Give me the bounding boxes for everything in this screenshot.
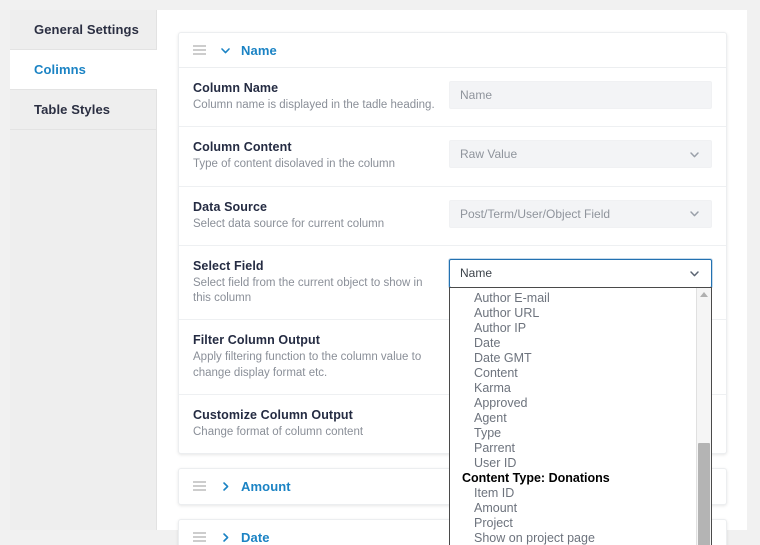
dropdown-option[interactable]: Project bbox=[450, 516, 696, 531]
data-source-select[interactable]: Post/Term/User/Object Field bbox=[449, 199, 712, 228]
select-field-select[interactable]: Name bbox=[449, 258, 712, 288]
dropdown-option[interactable]: User ID bbox=[450, 456, 696, 471]
dropdown-option-list[interactable]: Author E-mail Author URL Author IP Date Date… bbox=[450, 288, 696, 545]
setting-row-column-content: Column Content Type of content disolaved… bbox=[179, 127, 726, 187]
setting-label-block: Filter Column Output Apply filtering fun… bbox=[193, 333, 449, 381]
dropdown-option[interactable]: Item ID bbox=[450, 486, 696, 501]
drag-handle-icon[interactable] bbox=[193, 532, 206, 543]
dropdown-option[interactable]: Author IP bbox=[450, 321, 696, 336]
dropdown-option[interactable]: Parrent bbox=[450, 441, 696, 456]
setting-description: Type of content disolaved in the column bbox=[193, 158, 396, 171]
drag-handle-icon[interactable] bbox=[193, 481, 206, 492]
sidebar-item-label: Table Styles bbox=[34, 102, 111, 117]
app-root: General Settings Colimns Table Styles Na… bbox=[0, 0, 760, 545]
setting-label-block: Column Name Column name is displayed in … bbox=[193, 81, 449, 113]
dropdown-option[interactable]: Approved bbox=[450, 396, 696, 411]
setting-label-block: Data Source Select data source for curre… bbox=[193, 200, 449, 232]
drag-handle-icon[interactable] bbox=[193, 44, 206, 56]
column-card-header[interactable]: Name bbox=[179, 33, 726, 68]
sidebar-item-general-settings[interactable]: General Settings bbox=[10, 10, 156, 50]
column-card-name: Name Column Name Column name is displaye… bbox=[178, 32, 727, 545]
setting-label: Customize Column Output bbox=[193, 407, 353, 422]
column-title: Date bbox=[241, 530, 270, 545]
setting-control: Raw Value bbox=[449, 140, 712, 169]
chevron-down-icon bbox=[688, 267, 701, 280]
columns-list: Name Column Name Column name is displaye… bbox=[178, 32, 727, 545]
setting-label-block: Column Content Type of content disolaved… bbox=[193, 140, 449, 172]
setting-description: Change format of column content bbox=[193, 425, 364, 438]
column-name-input[interactable]: Name bbox=[449, 81, 712, 109]
setting-label: Data Source bbox=[193, 199, 268, 214]
setting-description: Select field from the current object to … bbox=[193, 276, 423, 305]
sidebar-item-label: General Settings bbox=[34, 22, 139, 37]
columns-panel: Name Column Name Column name is displaye… bbox=[157, 10, 747, 545]
select-value: Post/Term/User/Object Field bbox=[460, 206, 611, 221]
column-title: Amount bbox=[241, 479, 291, 495]
column-title: Name bbox=[241, 42, 277, 58]
dropdown-option[interactable]: Date bbox=[450, 336, 696, 351]
scrollbar-thumb[interactable] bbox=[698, 442, 710, 545]
chevron-down-icon[interactable] bbox=[218, 43, 232, 57]
setting-description: Select data source for current column bbox=[193, 217, 385, 230]
setting-description: Column name is displayed in the tadle he… bbox=[193, 99, 435, 111]
setting-control: Name bbox=[449, 81, 712, 109]
dropdown-option[interactable]: Show on project page bbox=[450, 531, 696, 545]
select-value: Raw Value bbox=[460, 147, 518, 162]
setting-row-select-field: Select Field Select field from the curre… bbox=[179, 246, 726, 545]
chevron-right-icon[interactable] bbox=[218, 531, 232, 545]
dropdown-option[interactable]: Author E-mail bbox=[450, 291, 696, 306]
select-field-dropdown-listbox[interactable]: Author E-mail Author URL Author IP Date Date… bbox=[449, 286, 712, 545]
setting-label-block: Customize Column Output Change format of… bbox=[193, 408, 449, 440]
setting-label: Filter Column Output bbox=[193, 333, 320, 348]
settings-sidebar: General Settings Colimns Table Styles bbox=[10, 10, 158, 530]
sidebar-item-colimns[interactable]: Colimns bbox=[10, 50, 158, 90]
setting-label: Select Field bbox=[193, 258, 264, 273]
chevron-right-icon[interactable] bbox=[218, 480, 232, 494]
setting-label: Column Name bbox=[193, 81, 279, 95]
setting-row-data-source: Data Source Select data source for curre… bbox=[179, 187, 726, 246]
dropdown-option[interactable]: Date GMT bbox=[450, 351, 696, 366]
setting-label-block: Select Field Select field from the curre… bbox=[193, 259, 449, 307]
dropdown-group-label: Content Type: Donations bbox=[462, 470, 610, 485]
dropdown-option[interactable]: Author URL bbox=[450, 306, 696, 321]
sidebar-item-label: Colimns bbox=[34, 62, 86, 77]
setting-row-column-name: Column Name Column name is displayed in … bbox=[179, 68, 726, 128]
chevron-down-icon bbox=[688, 148, 701, 161]
dropdown-option[interactable]: Amount bbox=[450, 501, 696, 516]
dropdown-option[interactable]: Content bbox=[450, 366, 696, 381]
select-value: Name bbox=[460, 266, 493, 281]
scroll-up-arrow-icon[interactable] bbox=[697, 288, 711, 302]
dropdown-option[interactable]: Type bbox=[450, 426, 696, 441]
dropdown-scrollbar[interactable] bbox=[696, 287, 711, 545]
setting-label: Column Content bbox=[193, 140, 292, 155]
dropdown-option[interactable]: Agent bbox=[450, 411, 696, 426]
chevron-down-icon bbox=[688, 207, 701, 220]
dropdown-option[interactable]: Karma bbox=[450, 381, 696, 396]
setting-description: Apply filtering function to the column v… bbox=[193, 351, 422, 379]
sidebar-item-table-styles[interactable]: Table Styles bbox=[10, 90, 156, 130]
column-content-select[interactable]: Raw Value bbox=[449, 140, 712, 169]
setting-control: Post/Term/User/Object Field bbox=[449, 199, 712, 228]
setting-control: Name Author E-mail Author URL Author IP Dat… bbox=[449, 258, 712, 545]
